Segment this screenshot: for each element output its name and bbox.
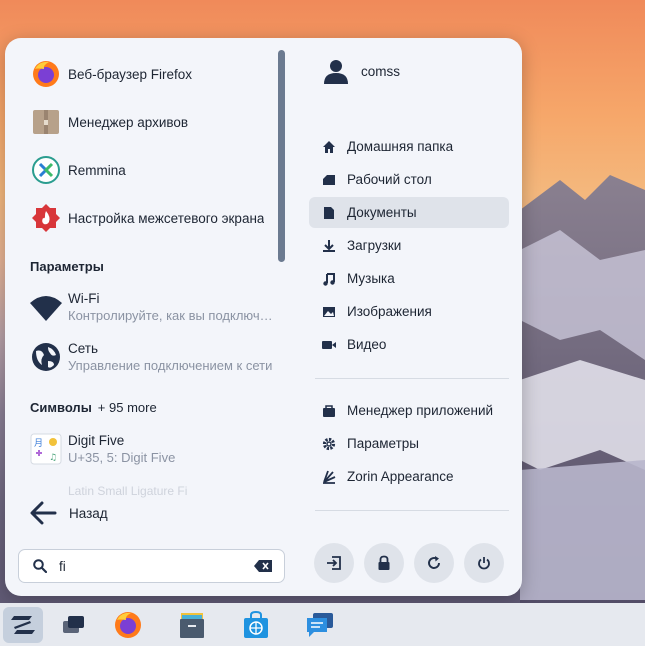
home-icon (321, 139, 337, 155)
place-label: Менеджер приложений (347, 403, 494, 418)
restart-icon (428, 556, 440, 569)
clear-input-icon[interactable] (254, 560, 272, 572)
firewall-icon (32, 204, 60, 232)
system-settings[interactable]: Параметры (309, 428, 509, 459)
power-button[interactable] (464, 543, 504, 583)
remmina-icon (32, 156, 60, 184)
app-label: Настройка межсетевого экрана (68, 210, 265, 226)
lock-button[interactable] (364, 543, 404, 583)
settings-result-network[interactable]: Сеть Управление подключением к сети (5, 332, 277, 382)
files-icon (180, 613, 204, 638)
result-title: Digit Five (68, 433, 125, 448)
result-title: Сеть (68, 341, 99, 356)
chat-icon (307, 613, 333, 637)
place-desktop[interactable]: Рабочий стол (309, 164, 509, 195)
taskbar-files[interactable] (172, 607, 212, 643)
system-appearance[interactable]: Zorin Appearance (309, 461, 509, 492)
taskbar-chat[interactable] (300, 607, 340, 643)
app-result-firefox[interactable]: Веб-браузер Firefox (5, 50, 275, 98)
section-title: Символы (30, 400, 92, 415)
lock-icon (378, 555, 390, 570)
video-icon (321, 337, 337, 353)
place-music[interactable]: Музыка (309, 263, 509, 294)
app-label: Веб-браузер Firefox (68, 66, 192, 82)
place-label: Загрузки (347, 238, 402, 253)
place-pictures[interactable]: Изображения (309, 296, 509, 327)
divider (315, 510, 509, 511)
place-downloads[interactable]: Загрузки (309, 230, 509, 261)
documents-icon (321, 205, 337, 221)
workspaces-icon (63, 616, 84, 633)
app-result-archive-manager[interactable]: Менеджер архивов (5, 98, 275, 146)
user-avatar-icon (324, 60, 348, 84)
place-label: Домашняя папка (347, 139, 454, 154)
app-result-remmina[interactable]: Remmina (5, 146, 275, 194)
section-title: Параметры (30, 259, 104, 274)
place-label: Музыка (347, 271, 395, 286)
divider (315, 378, 509, 379)
user-name: comss (361, 63, 401, 79)
app-result-firewall[interactable]: Настройка межсетевого экрана (5, 194, 275, 242)
restart-button[interactable] (414, 543, 454, 583)
place-videos[interactable]: Видео (309, 329, 509, 360)
music-icon (321, 271, 337, 287)
desktop-icon (321, 172, 337, 188)
place-label: Zorin Appearance (347, 469, 454, 484)
symbol-result-digit-five[interactable]: 月 ♫ Digit Five U+35, 5: Digit Five (5, 424, 277, 474)
place-label: Параметры (347, 436, 419, 451)
back-label: Назад (69, 505, 108, 521)
software-icon (321, 403, 337, 419)
taskbar (0, 603, 645, 646)
wifi-icon (30, 296, 62, 321)
section-header-settings: Параметры (30, 259, 104, 274)
result-description: Управление подключением к сети (68, 358, 273, 373)
place-label: Изображения (347, 304, 432, 319)
section-header-symbols: Символы + 95 more (30, 400, 157, 415)
character-map-icon: 月 ♫ (30, 433, 62, 465)
settings-icon (321, 436, 337, 452)
place-label: Документы (347, 205, 417, 220)
appearance-icon (321, 469, 337, 485)
place-label: Рабочий стол (347, 172, 432, 187)
search-field[interactable]: fi (18, 549, 285, 583)
settings-result-wifi[interactable]: Wi-Fi Контролируйте, как вы подключаетес… (5, 282, 277, 332)
network-icon (32, 343, 60, 371)
search-results-panel: Веб-браузер Firefox Менеджер архивов Rem… (5, 38, 295, 596)
taskbar-workspaces[interactable] (54, 607, 94, 643)
app-label: Remmina (68, 162, 126, 178)
more-count: + 95 more (97, 400, 157, 415)
system-software[interactable]: Менеджер приложений (309, 395, 509, 426)
taskbar-software-store[interactable] (236, 607, 276, 643)
result-title: Wi-Fi (68, 291, 100, 306)
archive-manager-icon (33, 110, 59, 134)
svg-text:♫: ♫ (49, 453, 57, 463)
svg-text:月: 月 (34, 438, 43, 449)
place-home[interactable]: Домашняя папка (309, 131, 509, 162)
logout-button[interactable] (314, 543, 354, 583)
places-panel: comss Домашняя папка Рабочий стол Докуме… (309, 38, 522, 596)
result-description: U+35, 5: Digit Five (68, 450, 176, 465)
downloads-icon (321, 238, 337, 254)
zorin-menu-icon (11, 616, 35, 634)
result-description: Контролируйте, как вы подключаетесь к се… (68, 308, 274, 323)
search-input[interactable]: fi (59, 559, 254, 574)
taskbar-firefox[interactable] (108, 607, 148, 643)
search-icon (33, 559, 47, 573)
results-scrollbar[interactable] (278, 50, 285, 262)
taskbar-zorin-menu[interactable] (3, 607, 43, 643)
back-button[interactable]: Назад (29, 496, 108, 530)
place-documents[interactable]: Документы (309, 197, 509, 228)
start-menu: Веб-браузер Firefox Менеджер архивов Rem… (5, 38, 522, 596)
logout-icon (327, 556, 341, 570)
firefox-icon (33, 61, 59, 87)
software-store-icon (244, 610, 268, 638)
user-account[interactable]: comss (323, 58, 400, 84)
firefox-icon (115, 612, 141, 638)
place-label: Видео (347, 337, 387, 352)
pictures-icon (321, 304, 337, 320)
arrow-left-icon (30, 501, 57, 525)
power-icon (478, 557, 490, 570)
app-label: Менеджер архивов (68, 114, 189, 130)
